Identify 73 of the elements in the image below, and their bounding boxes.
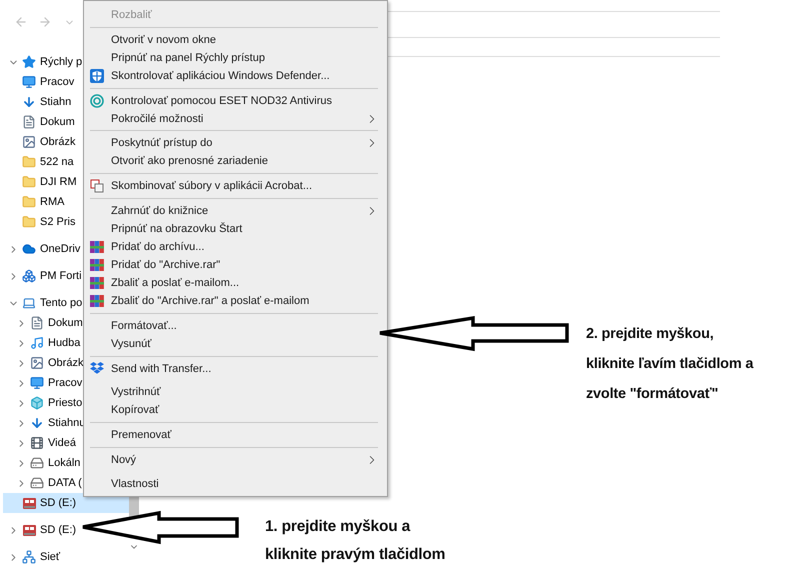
tree-item[interactable]: Stiahn xyxy=(3,92,72,112)
tree-item[interactable]: Lokáln xyxy=(3,453,80,473)
folder-icon xyxy=(21,154,37,170)
archive-books-icon xyxy=(90,294,104,308)
tree-item[interactable]: DATA ( xyxy=(3,473,82,493)
menu-item[interactable]: Otvoriť ako prenosné zariadenie xyxy=(84,152,387,170)
download-icon xyxy=(21,94,37,110)
music-icon xyxy=(29,335,45,351)
document-icon xyxy=(29,315,45,331)
drive-icon xyxy=(29,475,45,491)
menu-item[interactable]: Skontrolovať aplikáciou Windows Defender... xyxy=(84,66,387,85)
menu-item[interactable]: Pokročilé možnosti xyxy=(84,110,387,128)
menu-item[interactable]: Otvoriť v novom okne xyxy=(84,30,387,49)
picture-icon xyxy=(21,134,37,150)
menu-item[interactable]: Pridať do archívu... xyxy=(84,238,387,256)
menu-item[interactable]: Zahrnúť do knižnice xyxy=(84,202,387,220)
menu-item[interactable]: Poskytnúť prístup do xyxy=(84,134,387,152)
menu-item[interactable]: Vysunúť xyxy=(84,334,387,353)
star-icon xyxy=(21,54,37,70)
tree-item[interactable]: Pracov xyxy=(3,72,74,92)
tree-item[interactable]: Obrázk xyxy=(3,353,84,373)
tree-item[interactable]: Priesto xyxy=(3,393,82,413)
tree-item[interactable]: SD (E:) xyxy=(3,520,76,540)
tree-item[interactable]: Dokum xyxy=(3,112,75,132)
tree-item[interactable]: 522 na xyxy=(3,152,74,172)
tree-item[interactable]: Hudba xyxy=(3,333,80,353)
cube-icon xyxy=(29,395,45,411)
menu-item[interactable]: Zbaliť do "Archive.rar" a poslať e-mailom xyxy=(84,292,387,310)
desktop-icon xyxy=(21,74,37,90)
drive-icon xyxy=(29,455,45,471)
menu-item[interactable]: Vlastnosti xyxy=(84,474,387,493)
menu-item[interactable]: Kontrolovať pomocou ESET NOD32 Antivirus xyxy=(84,92,387,110)
shield-icon xyxy=(90,68,104,83)
tree-item[interactable]: DJI RM xyxy=(3,172,77,192)
picture-icon xyxy=(29,355,45,371)
tree-item[interactable]: PM Forti xyxy=(3,266,82,286)
tree-item[interactable]: S2 Pris xyxy=(3,212,76,232)
folder-icon xyxy=(21,194,37,210)
menu-item[interactable]: Premenovať xyxy=(84,426,387,444)
desktop-icon xyxy=(29,375,45,391)
menu-item[interactable]: Pripnúť na panel Rýchly prístup xyxy=(84,48,387,67)
tree-item[interactable]: OneDriv xyxy=(3,239,80,259)
boxes-icon xyxy=(21,268,37,284)
sd-card-icon xyxy=(21,522,37,538)
menu-item[interactable]: Pripnúť na obrazovku Štart xyxy=(84,220,387,238)
instruction-text: 1. prejdite myškou a kliknite pravým tlačidlom xyxy=(265,517,446,565)
menu-item[interactable]: Nový xyxy=(84,451,387,470)
menu-item[interactable]: Zbaliť a poslať e-mailom... xyxy=(84,274,387,292)
tree-item[interactable]: RMA xyxy=(3,192,64,212)
download-icon xyxy=(29,415,45,431)
instruction-text: 2. prejdite myškou, kliknite ľavím tlačidlom a zvolte "formátovať" xyxy=(586,325,754,404)
tree-item[interactable]: Tento po xyxy=(3,293,82,313)
network-icon xyxy=(21,549,37,565)
tree-item[interactable]: Videá xyxy=(3,433,76,453)
menu-item[interactable]: Formátovať... xyxy=(84,316,387,335)
folder-icon xyxy=(21,174,37,190)
menu-item[interactable]: Skombinovať súbory v aplikácii Acrobat... xyxy=(84,177,387,196)
tree-item[interactable]: Obrázk xyxy=(3,132,76,152)
film-icon xyxy=(29,435,45,451)
menu-item[interactable]: Pridať do "Archive.rar" xyxy=(84,256,387,274)
sd-card-icon xyxy=(21,495,37,511)
archive-books-icon xyxy=(90,240,104,254)
menu-item[interactable]: Send with Transfer... xyxy=(84,360,387,378)
menu-item[interactable]: Vystrihnúť xyxy=(84,383,387,402)
menu-item[interactable]: Kopírovať xyxy=(84,401,387,420)
folder-icon xyxy=(21,214,37,230)
tree-item[interactable]: Rýchly p xyxy=(3,52,82,72)
document-icon xyxy=(21,114,37,130)
archive-books-icon xyxy=(90,276,104,290)
tree-item[interactable]: Dokum xyxy=(3,313,83,333)
tree-item[interactable]: Sieť xyxy=(3,547,60,567)
tree-item[interactable]: Pracov xyxy=(3,373,82,393)
archive-books-icon xyxy=(90,258,104,272)
